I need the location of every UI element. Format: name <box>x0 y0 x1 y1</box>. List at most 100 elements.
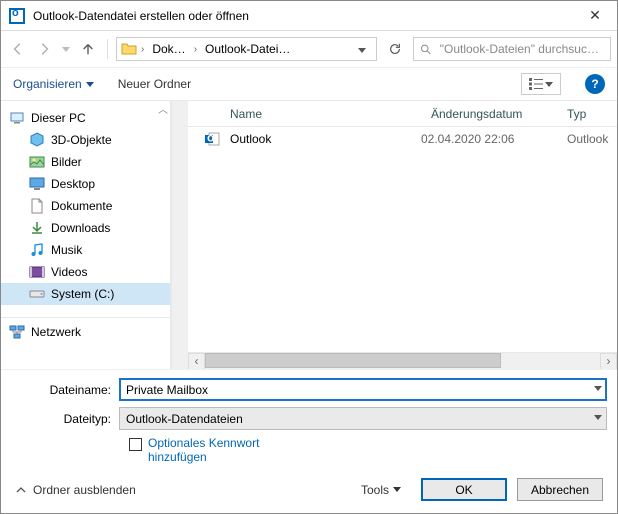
filetype-value <box>120 412 606 426</box>
svg-text:o: o <box>207 131 214 145</box>
title-bar: Outlook-Datendatei erstellen oder öffnen… <box>1 1 617 31</box>
nav-tree: ︿ Dieser PC 3D-Objekte Bilder Desktop <box>1 101 171 369</box>
tree-item-label: Bilder <box>51 155 82 169</box>
desktop-icon <box>29 176 45 192</box>
scroll-left-button[interactable]: ‹ <box>188 353 205 370</box>
chevron-right-icon[interactable]: › <box>192 44 199 55</box>
outlook-file-icon: o <box>204 131 220 147</box>
network-icon <box>9 324 25 340</box>
scroll-right-button[interactable]: › <box>600 353 617 370</box>
breadcrumb-seg1-label: Dok… <box>152 42 185 56</box>
horizontal-scrollbar[interactable]: ‹ › <box>188 352 617 369</box>
file-list-pane: Name Änderungsdatum Typ o Outlook 02.04.… <box>188 101 617 369</box>
nav-up-button[interactable] <box>77 38 99 60</box>
command-bar: Organisieren Neuer Ordner ? <box>1 67 617 101</box>
tree-item-music[interactable]: Musik <box>1 239 170 261</box>
chevron-down-icon <box>545 82 553 87</box>
tree-item-label: Desktop <box>51 177 95 191</box>
nav-row: › Dok… › Outlook-Datei… <box>1 31 617 67</box>
tree-item-documents[interactable]: Dokumente <box>1 195 170 217</box>
close-button[interactable]: ✕ <box>581 7 609 24</box>
footer-row: Ordner ausblenden Tools OK Abbrechen <box>11 478 607 503</box>
nav-forward-button[interactable] <box>33 38 55 60</box>
scroll-track[interactable] <box>205 353 600 370</box>
tree-item-downloads[interactable]: Downloads <box>1 217 170 239</box>
tree-item-label: System (C:) <box>51 287 114 301</box>
tree-item-label: 3D-Objekte <box>51 133 112 147</box>
tree-item-label: Musik <box>51 243 82 257</box>
filename-combo[interactable] <box>119 378 607 401</box>
view-mode-button[interactable] <box>521 73 561 95</box>
hide-folders-toggle[interactable]: Ordner ausblenden <box>15 483 136 497</box>
tree-item-label: Videos <box>51 265 87 279</box>
tree-network[interactable]: Netzwerk <box>1 317 170 339</box>
music-icon <box>29 242 45 258</box>
collapse-chevron-icon[interactable]: ︿ <box>158 101 168 116</box>
nav-back-button[interactable] <box>7 38 29 60</box>
dialog-window: Outlook-Datendatei erstellen oder öffnen… <box>0 0 618 514</box>
chevron-down-icon <box>393 487 401 492</box>
bottom-panel: Dateiname: Dateityp: Optionales Kennwort… <box>1 369 617 513</box>
optional-password-link[interactable]: Optionales Kennwort hinzufügen <box>148 436 318 464</box>
cancel-button[interactable]: Abbrechen <box>517 478 603 501</box>
filetype-dropdown[interactable] <box>594 412 602 423</box>
outlook-app-icon <box>9 8 25 24</box>
column-headers[interactable]: Name Änderungsdatum Typ <box>188 101 617 127</box>
refresh-button[interactable] <box>381 37 409 61</box>
file-type: Outlook <box>567 132 617 146</box>
chevron-up-icon <box>15 484 27 496</box>
list-view-icon <box>529 78 543 90</box>
help-button[interactable]: ? <box>585 74 605 94</box>
main-area: ︿ Dieser PC 3D-Objekte Bilder Desktop <box>1 101 617 369</box>
documents-icon <box>29 198 45 214</box>
file-row[interactable]: o Outlook 02.04.2020 22:06 Outlook <box>188 127 617 151</box>
col-date[interactable]: Änderungsdatum <box>431 107 567 121</box>
filename-label: Dateiname: <box>11 383 111 397</box>
organise-label: Organisieren <box>13 77 82 91</box>
address-dropdown[interactable] <box>352 42 372 56</box>
address-bar[interactable]: › Dok… › Outlook-Datei… <box>116 37 377 61</box>
tree-item-system-c[interactable]: System (C:) <box>1 283 170 305</box>
filename-dropdown[interactable] <box>594 383 602 394</box>
search-box[interactable] <box>413 37 611 61</box>
tree-item-label: Downloads <box>51 221 110 235</box>
videos-icon <box>29 264 45 280</box>
tree-item-label: Dokumente <box>51 199 112 213</box>
organise-menu[interactable]: Organisieren <box>13 77 94 91</box>
filetype-label: Dateityp: <box>11 412 111 426</box>
tree-item-videos[interactable]: Videos <box>1 261 170 283</box>
new-folder-button[interactable]: Neuer Ordner <box>118 77 191 91</box>
breadcrumb-seg2-label: Outlook-Datei… <box>205 42 290 56</box>
search-icon <box>420 43 432 56</box>
vertical-scrollbar[interactable] <box>171 101 188 369</box>
tree-network-label: Netzwerk <box>31 325 81 339</box>
tree-item-pictures[interactable]: Bilder <box>1 151 170 173</box>
tools-label: Tools <box>361 483 389 497</box>
separator <box>107 39 108 59</box>
file-rows: o Outlook 02.04.2020 22:06 Outlook <box>188 127 617 352</box>
tree-item-3d-objects[interactable]: 3D-Objekte <box>1 129 170 151</box>
pc-icon <box>9 110 25 126</box>
tree-this-pc-label: Dieser PC <box>31 111 86 125</box>
filename-input[interactable] <box>120 383 606 397</box>
chevron-down-icon <box>86 82 94 87</box>
filetype-combo[interactable] <box>119 407 607 430</box>
pictures-icon <box>29 154 45 170</box>
downloads-icon <box>29 220 45 236</box>
optional-password-checkbox[interactable] <box>129 438 142 451</box>
col-type[interactable]: Typ <box>567 107 617 121</box>
ok-button[interactable]: OK <box>421 478 507 501</box>
nav-recent-dropdown[interactable] <box>59 38 73 60</box>
search-input[interactable] <box>438 41 604 57</box>
folder-icon <box>121 41 137 57</box>
scroll-thumb[interactable] <box>205 353 501 368</box>
col-name[interactable]: Name <box>230 107 431 121</box>
tree-this-pc[interactable]: Dieser PC <box>1 107 170 129</box>
chevron-right-icon[interactable]: › <box>139 44 146 55</box>
file-name: Outlook <box>230 132 411 146</box>
breadcrumb-seg2[interactable]: Outlook-Datei… <box>201 40 294 58</box>
tools-menu[interactable]: Tools <box>361 483 401 497</box>
tree-item-desktop[interactable]: Desktop <box>1 173 170 195</box>
breadcrumb-seg1[interactable]: Dok… <box>148 40 189 58</box>
drive-icon <box>29 286 45 302</box>
